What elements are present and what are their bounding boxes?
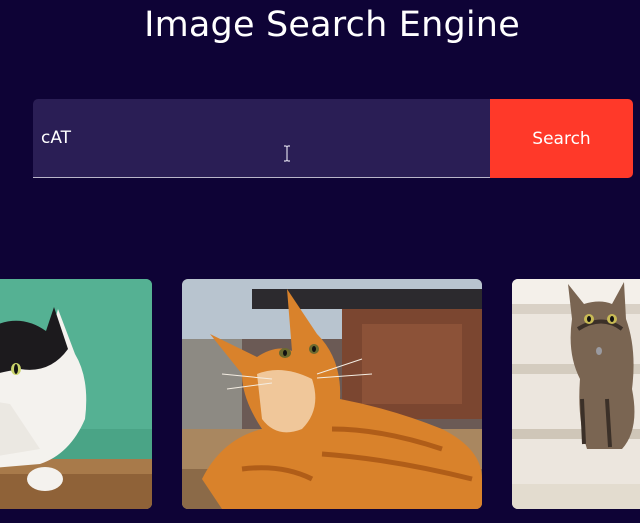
search-form: Search bbox=[33, 99, 633, 179]
result-image-orange-tabby-cat[interactable] bbox=[182, 279, 482, 509]
result-image-tabby-cat-on-stairs[interactable] bbox=[512, 279, 640, 509]
page-title: Image Search Engine bbox=[144, 5, 520, 45]
search-input[interactable] bbox=[33, 99, 490, 178]
results-grid bbox=[0, 279, 640, 509]
text-cursor-icon bbox=[284, 145, 290, 162]
result-image-white-and-black-cat[interactable] bbox=[0, 279, 152, 509]
search-button[interactable]: Search bbox=[490, 99, 633, 178]
